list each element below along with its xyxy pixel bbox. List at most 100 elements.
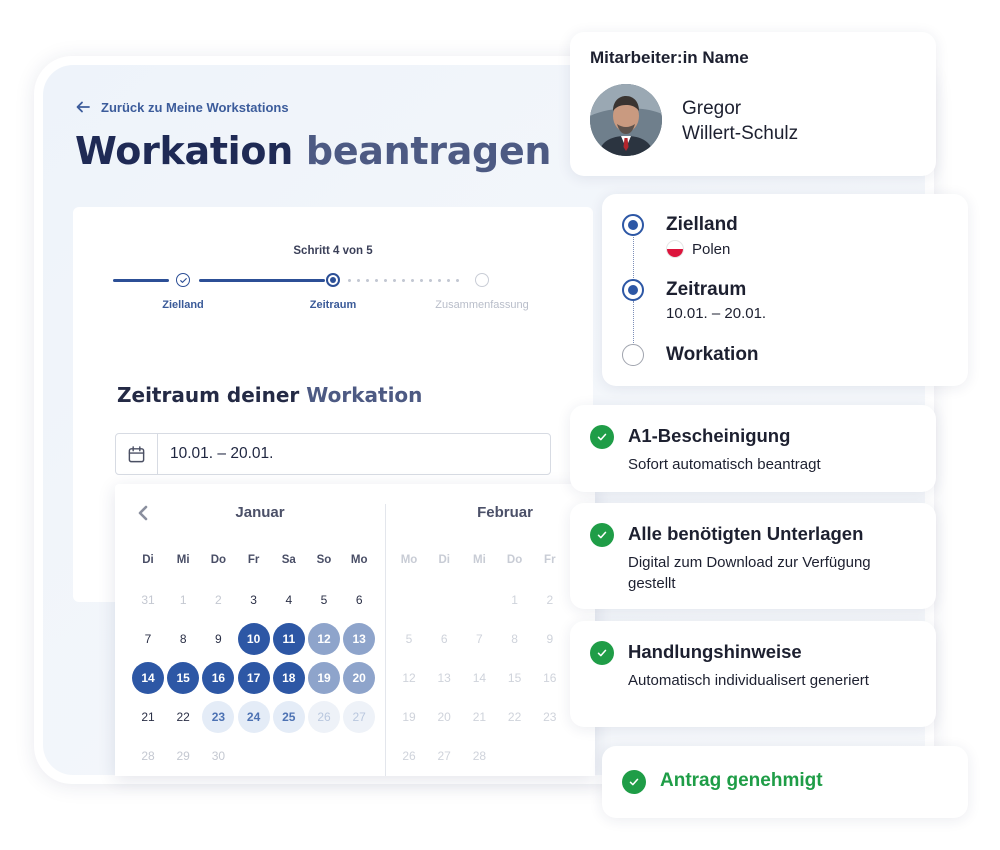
back-link[interactable]: Zurück zu Meine Workstations — [75, 99, 289, 115]
jan-day-29[interactable]: 29 — [167, 740, 199, 772]
section-title: Zeitraum deiner Workation — [117, 383, 422, 407]
timeline-node-workation — [622, 344, 644, 366]
section-title-part1: Zeitraum deiner — [117, 383, 300, 407]
jan-day-19[interactable]: 19 — [308, 662, 340, 694]
employee-card: Mitarbeiter:in Name Gregor Willert-Schul… — [570, 32, 936, 176]
employee-last-name: Willert-Schulz — [682, 123, 799, 144]
step-label-zielland[interactable]: Zielland — [162, 299, 204, 311]
feature-title: A1-Bescheinigung — [628, 425, 791, 446]
jan-day-5[interactable]: 5 — [308, 584, 340, 616]
feb-day-13[interactable]: 13 — [428, 662, 460, 694]
jan-day-1[interactable]: 1 — [167, 584, 199, 616]
weekday-so: So — [316, 554, 332, 566]
feature-card-documents: Alle benötigten Unterlagen Digital zum D… — [570, 503, 936, 609]
jan-day-26[interactable]: 26 — [308, 701, 340, 733]
jan-day-10[interactable]: 10 — [237, 623, 270, 655]
jan-day-20[interactable]: 20 — [343, 662, 376, 694]
check-circle-icon — [590, 523, 614, 547]
weekday-mi: Mi — [473, 554, 486, 566]
feb-day-5[interactable]: 5 — [393, 623, 425, 655]
feb-day-14[interactable]: 14 — [463, 662, 495, 694]
employee-label: Mitarbeiter:in Name — [590, 48, 749, 67]
jan-day-11[interactable]: 11 — [272, 623, 305, 655]
feb-day-16[interactable]: 16 — [534, 662, 566, 694]
feb-day-8[interactable]: 8 — [499, 623, 531, 655]
chevron-left-icon[interactable] — [135, 504, 151, 522]
date-range-input[interactable] — [158, 445, 538, 463]
jan-day-30[interactable]: 30 — [202, 740, 234, 772]
arrow-left-icon — [76, 101, 90, 113]
feb-day-7[interactable]: 7 — [463, 623, 495, 655]
feb-day-6[interactable]: 6 — [428, 623, 460, 655]
stepper-line-pending — [345, 279, 461, 282]
step-label-zusammenfassung[interactable]: Zusammenfassung — [435, 299, 529, 311]
feb-day-2[interactable]: 2 — [534, 584, 566, 616]
timeline-node-zielland — [622, 214, 644, 236]
feature-title: Alle benötigten Unterlagen — [628, 523, 864, 544]
jan-day-12[interactable]: 12 — [308, 623, 340, 655]
feb-day-20[interactable]: 20 — [428, 701, 460, 733]
feb-day-28[interactable]: 28 — [463, 740, 495, 772]
step-counter: Schritt 4 von 5 — [293, 245, 373, 257]
step-node-zusammenfassung[interactable] — [475, 273, 489, 287]
jan-day-15[interactable]: 15 — [167, 662, 200, 694]
jan-day-22[interactable]: 22 — [167, 701, 199, 733]
jan-day-8[interactable]: 8 — [167, 623, 199, 655]
jan-day-27[interactable]: 27 — [343, 701, 376, 733]
feature-card-a1: A1-Bescheinigung Sofort automatisch bean… — [570, 405, 936, 492]
feature-text: Sofort automatisch beantragt — [628, 456, 821, 473]
stepper: Zielland Zeitraum Zusammenfassung — [113, 265, 553, 315]
month-divider — [385, 504, 386, 776]
timeline-sub-zeitraum: 10.01. – 20.01. — [666, 305, 766, 322]
feb-day-19[interactable]: 19 — [393, 701, 425, 733]
timeline-connector — [633, 301, 634, 347]
stepper-line-active — [199, 279, 325, 282]
jan-day-7[interactable]: 7 — [132, 623, 164, 655]
weekday-mo: Mo — [400, 554, 418, 566]
jan-day-28[interactable]: 28 — [132, 740, 164, 772]
feb-day-15[interactable]: 15 — [499, 662, 531, 694]
step-label-zeitraum[interactable]: Zeitraum — [310, 299, 356, 311]
jan-day-23[interactable]: 23 — [202, 701, 235, 733]
feb-day-21[interactable]: 21 — [463, 701, 495, 733]
page-title: Workation beantragen — [75, 129, 551, 173]
section-title-part2: Workation — [306, 383, 423, 407]
jan-day-2[interactable]: 2 — [202, 584, 234, 616]
country-name: Polen — [692, 240, 731, 258]
jan-day-3[interactable]: 3 — [238, 584, 270, 616]
jan-day-31[interactable]: 31 — [132, 584, 164, 616]
feb-day-22[interactable]: 22 — [499, 701, 531, 733]
jan-day-14[interactable]: 14 — [132, 662, 164, 694]
feb-day-1[interactable]: 1 — [499, 584, 531, 616]
jan-day-17[interactable]: 17 — [237, 662, 270, 694]
feature-card-guidance: Handlungshinweise Automatisch individual… — [570, 621, 936, 727]
step-node-zeitraum[interactable] — [326, 273, 340, 287]
weekday-fr: Fr — [247, 554, 260, 566]
jan-day-4[interactable]: 4 — [273, 584, 305, 616]
feature-text: Automatisch individualisert generiert — [628, 672, 869, 689]
jan-day-24[interactable]: 24 — [237, 701, 270, 733]
avatar — [590, 84, 662, 156]
weekday-fr: Fr — [544, 554, 556, 566]
check-icon — [179, 277, 187, 283]
feb-day-27[interactable]: 27 — [428, 740, 460, 772]
jan-day-25[interactable]: 25 — [272, 701, 305, 733]
feb-day-26[interactable]: 26 — [393, 740, 425, 772]
check-circle-icon — [590, 425, 614, 449]
jan-day-18[interactable]: 18 — [272, 662, 305, 694]
jan-day-13[interactable]: 13 — [343, 623, 376, 655]
employee-first-name: Gregor — [682, 98, 742, 119]
calendar-icon[interactable] — [116, 434, 158, 474]
jan-day-16[interactable]: 16 — [202, 662, 235, 694]
feature-title: Handlungshinweise — [628, 641, 802, 662]
check-circle-icon — [622, 770, 646, 794]
poland-flag-icon — [666, 240, 684, 258]
feb-day-12[interactable]: 12 — [393, 662, 425, 694]
date-range-field[interactable] — [115, 433, 551, 475]
jan-day-9[interactable]: 9 — [202, 623, 234, 655]
feb-day-23[interactable]: 23 — [534, 701, 566, 733]
step-node-zielland[interactable] — [176, 273, 190, 287]
feb-day-9[interactable]: 9 — [534, 623, 566, 655]
jan-day-21[interactable]: 21 — [132, 701, 164, 733]
jan-day-6[interactable]: 6 — [343, 584, 375, 616]
